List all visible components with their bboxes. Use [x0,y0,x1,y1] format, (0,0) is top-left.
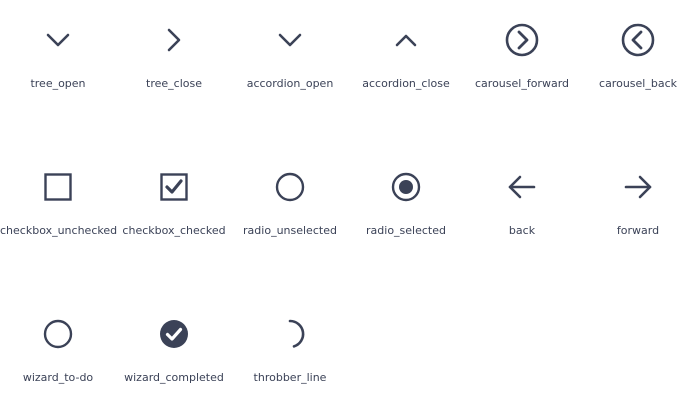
icon-label: wizard_completed [124,371,224,384]
circle-check-filled-icon[interactable] [156,316,192,352]
checkbox-unchecked-icon[interactable] [40,169,76,205]
chevron-right-icon[interactable] [156,22,192,58]
icon-tile-wizard-to-do: wizard_to-do [0,316,116,406]
icon-tile-tree-open: tree_open [0,22,116,112]
radio-unselected-icon[interactable] [272,169,308,205]
chevron-down-icon[interactable] [40,22,76,58]
icon-label: checkbox_checked [122,224,226,237]
icon-tile-forward: forward [580,169,696,259]
icon-tile-tree-close: tree_close [116,22,232,112]
icon-tile-carousel-back: carousel_back [580,22,696,112]
spinner-arc-icon[interactable] [272,316,308,352]
icon-tile-throbber-line: throbber_line [232,316,348,406]
icon-label: throbber_line [253,371,327,384]
icon-label: accordion_close [362,77,450,90]
icon-tile-checkbox-unchecked: checkbox_unchecked [0,169,118,259]
chevron-up-icon[interactable] [388,22,424,58]
icon-label: back [508,224,536,237]
icon-label: radio_selected [366,224,446,237]
arrow-left-icon[interactable] [504,169,540,205]
icon-label: tree_close [146,77,202,90]
circle-outline-icon[interactable] [40,316,76,352]
icon-label: tree_open [30,77,86,90]
icon-tile-radio-unselected: radio_unselected [232,169,348,259]
icon-tile-accordion-close: accordion_close [348,22,464,112]
icon-tile-checkbox-checked: checkbox_checked [116,169,232,259]
icon-label: accordion_open [246,77,334,90]
radio-selected-icon[interactable] [388,169,424,205]
arrow-right-icon[interactable] [620,169,656,205]
icon-label: carousel_forward [475,77,569,90]
icon-tile-wizard-completed: wizard_completed [116,316,232,406]
icon-label: carousel_back [599,77,677,90]
circle-chevron-right-icon[interactable] [504,22,540,58]
icon-label: checkbox_unchecked [0,224,118,237]
icon-tile-back: back [464,169,580,259]
icon-label: radio_unselected [243,224,337,237]
circle-chevron-left-icon[interactable] [620,22,656,58]
icon-tile-accordion-open: accordion_open [232,22,348,112]
icon-label: wizard_to-do [22,371,94,384]
icon-tile-carousel-forward: carousel_forward [464,22,580,112]
chevron-down-icon[interactable] [272,22,308,58]
checkbox-checked-icon[interactable] [156,169,192,205]
icon-label: forward [616,224,660,237]
icon-tile-radio-selected: radio_selected [348,169,464,259]
